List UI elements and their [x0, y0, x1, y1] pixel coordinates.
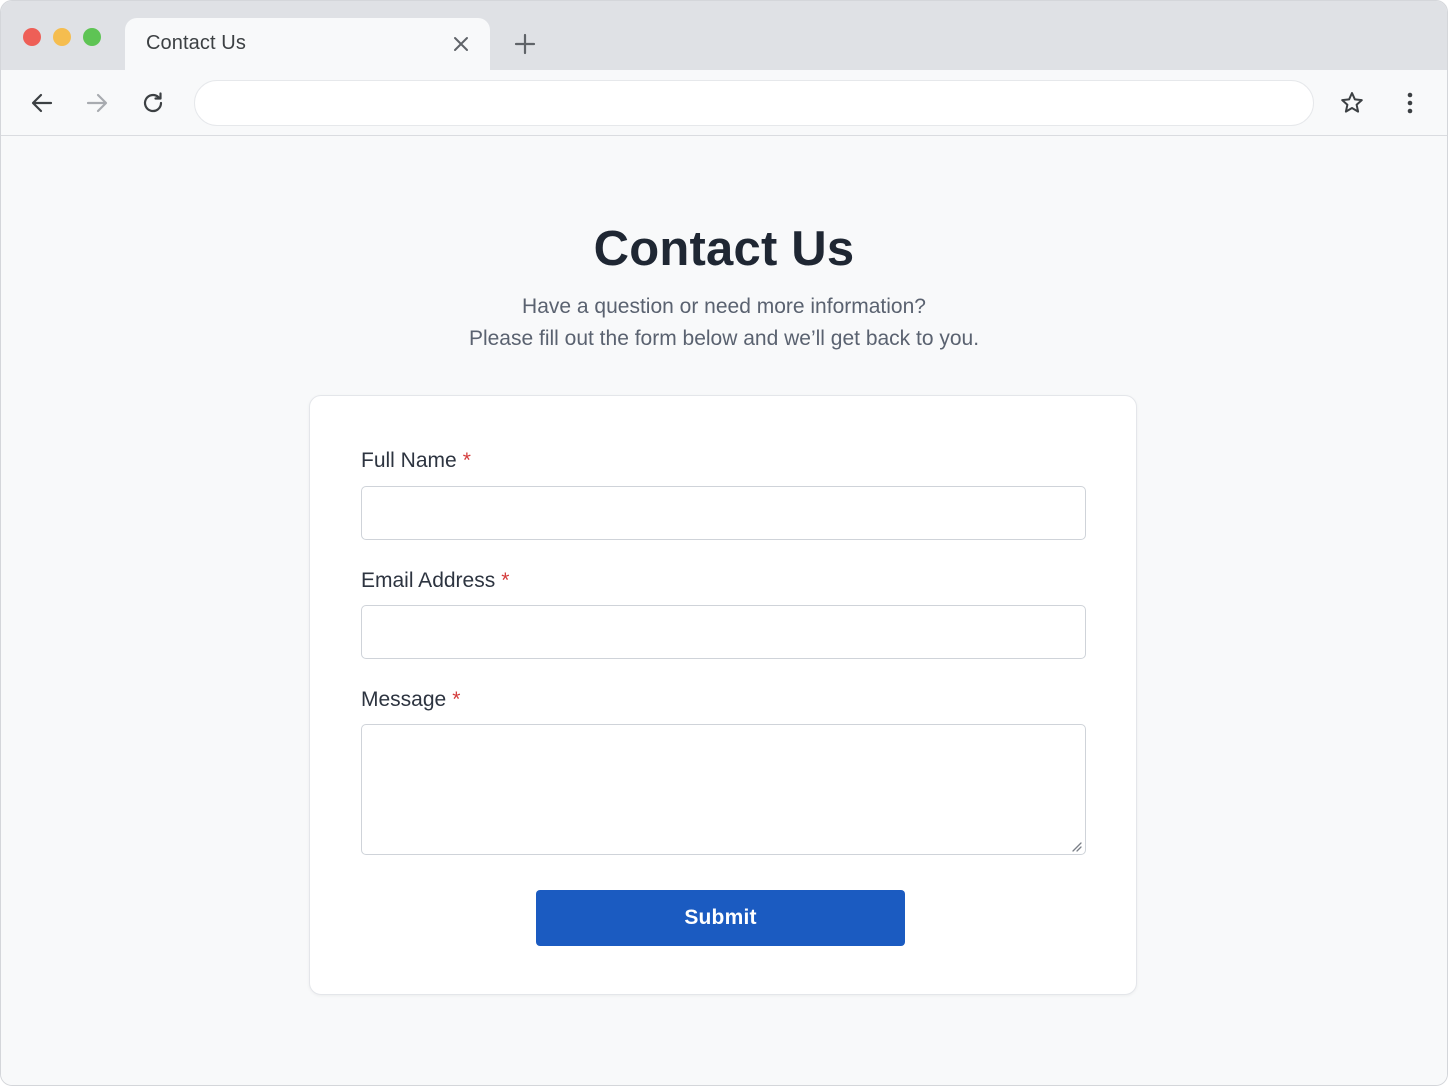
full-name-label-text: Full Name [361, 449, 457, 472]
kebab-menu-icon[interactable] [1395, 88, 1425, 118]
star-icon[interactable] [1337, 88, 1367, 118]
submit-button[interactable]: Submit [536, 890, 905, 946]
browser-toolbar [1, 70, 1447, 136]
message-label-text: Message [361, 688, 447, 711]
email-input[interactable] [361, 605, 1086, 659]
reload-icon[interactable] [138, 88, 168, 118]
email-label: Email Address * [361, 569, 509, 593]
full-name-input[interactable] [361, 486, 1086, 540]
minimize-window-button[interactable] [53, 28, 71, 46]
address-bar[interactable] [194, 80, 1314, 126]
tab-strip: Contact Us [1, 1, 1447, 70]
page-content: Contact Us Have a question or need more … [1, 137, 1447, 1085]
close-window-button[interactable] [23, 28, 41, 46]
page-subtitle-line2: Please fill out the form below and we’ll… [468, 327, 980, 350]
email-label-text: Email Address [361, 569, 496, 592]
message-label: Message * [361, 688, 460, 712]
maximize-window-button[interactable] [83, 28, 101, 46]
required-marker: * [462, 449, 471, 472]
plus-icon[interactable] [511, 30, 539, 58]
browser-window: Contact Us Contact Us Have a question or… [0, 0, 1448, 1086]
full-name-label: Full Name * [361, 449, 471, 473]
arrow-right-icon[interactable] [82, 88, 112, 118]
tab-title: Contact Us [146, 32, 246, 54]
tab-contact-us[interactable]: Contact Us [125, 18, 490, 70]
arrow-left-icon[interactable] [27, 88, 57, 118]
page-subtitle-line1: Have a question or need more information… [522, 295, 926, 318]
required-marker: * [501, 569, 510, 592]
contact-form-card: Full Name * Email Address * Message * Submi… [309, 395, 1137, 995]
required-marker: * [452, 688, 461, 711]
resize-handle-icon[interactable] [1070, 839, 1082, 852]
close-icon[interactable] [450, 33, 472, 55]
page-title: Contact Us [593, 222, 855, 276]
message-textarea[interactable] [361, 724, 1086, 855]
